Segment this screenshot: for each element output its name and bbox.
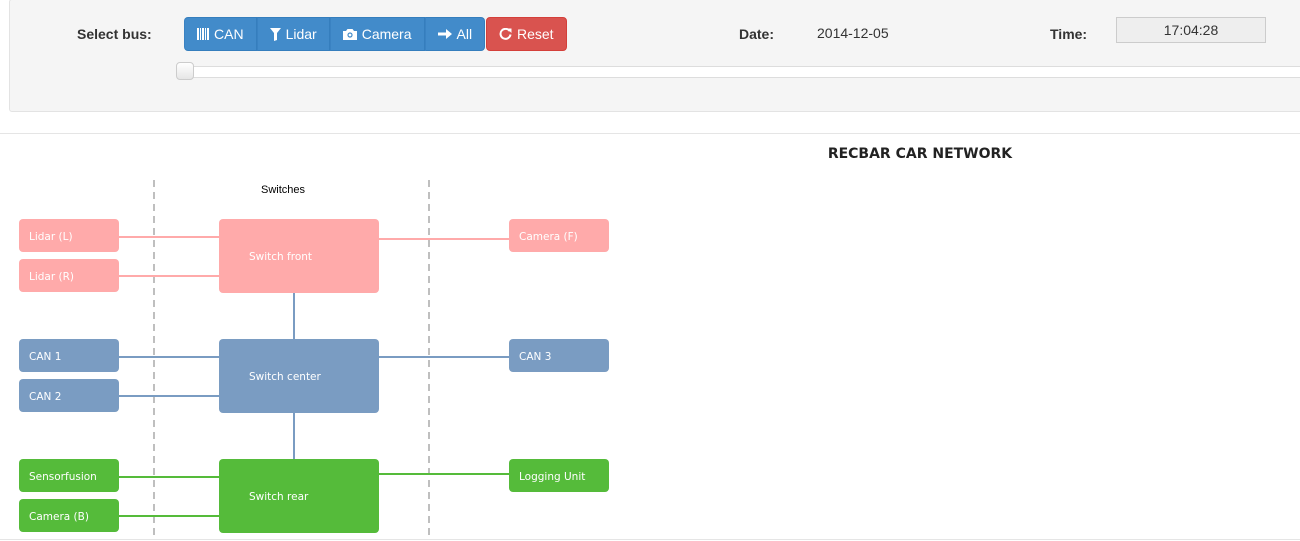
node-sensorfusion[interactable]: Sensorfusion (19, 459, 119, 492)
node-switch-rear-label: Switch rear (249, 491, 309, 503)
node-lidar-l-label: Lidar (L) (29, 231, 73, 243)
node-can2-label: CAN 2 (29, 391, 61, 403)
timeline-slider-handle[interactable] (176, 62, 194, 80)
node-can3-label: CAN 3 (519, 351, 551, 363)
timeline-slider-track[interactable] (184, 66, 1300, 78)
refresh-icon (499, 27, 512, 40)
lidar-button[interactable]: Lidar (256, 17, 330, 51)
camera-button[interactable]: Camera (329, 17, 425, 51)
node-can2[interactable]: CAN 2 (19, 379, 119, 412)
node-switch-center[interactable]: Switch center (219, 339, 379, 413)
node-can1[interactable]: CAN 1 (19, 339, 119, 372)
date-value: 2014-12-05 (817, 25, 889, 41)
node-camera-b-label: Camera (B) (29, 511, 89, 523)
node-camera-b[interactable]: Camera (B) (19, 499, 119, 532)
all-button[interactable]: All (424, 17, 486, 51)
bus-button-group: CAN Lidar Camera All (184, 17, 486, 51)
select-bus-label: Select bus: (77, 26, 152, 42)
reset-button-label: Reset (517, 26, 554, 42)
lidar-button-label: Lidar (285, 26, 317, 42)
date-label: Date: (739, 26, 775, 42)
node-lidar-r-label: Lidar (R) (29, 271, 74, 283)
node-sensorfusion-label: Sensorfusion (29, 471, 97, 483)
arrow-right-icon (437, 29, 452, 39)
can-button-label: CAN (214, 26, 244, 42)
bottom-divider (0, 539, 1300, 540)
barcode-icon (197, 28, 209, 40)
node-can1-label: CAN 1 (29, 351, 61, 363)
node-switch-rear[interactable]: Switch rear (219, 459, 379, 533)
time-display: 17:04:28 (1116, 17, 1266, 43)
section-divider (0, 133, 1300, 134)
node-switch-front[interactable]: Switch front (219, 219, 379, 293)
node-lidar-r[interactable]: Lidar (R) (19, 259, 119, 292)
filter-icon (269, 27, 281, 41)
node-camera-f[interactable]: Camera (F) (509, 219, 609, 252)
can-button[interactable]: CAN (184, 17, 257, 51)
node-switch-front-label: Switch front (249, 251, 312, 263)
node-camera-f-label: Camera (F) (519, 231, 578, 243)
node-lidar-l[interactable]: Lidar (L) (19, 219, 119, 252)
reset-button[interactable]: Reset (486, 17, 567, 51)
node-can3[interactable]: CAN 3 (509, 339, 609, 372)
camera-icon (342, 29, 357, 40)
node-logging-unit[interactable]: Logging Unit (509, 459, 609, 492)
camera-button-label: Camera (361, 26, 412, 42)
network-title: RECBAR CAR NETWORK (827, 146, 1013, 162)
all-button-label: All (456, 26, 473, 42)
switches-label: Switches (261, 184, 306, 196)
time-label: Time: (1050, 26, 1088, 42)
node-logging-unit-label: Logging Unit (519, 471, 585, 483)
node-switch-center-label: Switch center (249, 371, 322, 383)
network-diagram: Switches Lidar (L) Lidar (R) Switch fron… (19, 180, 609, 538)
